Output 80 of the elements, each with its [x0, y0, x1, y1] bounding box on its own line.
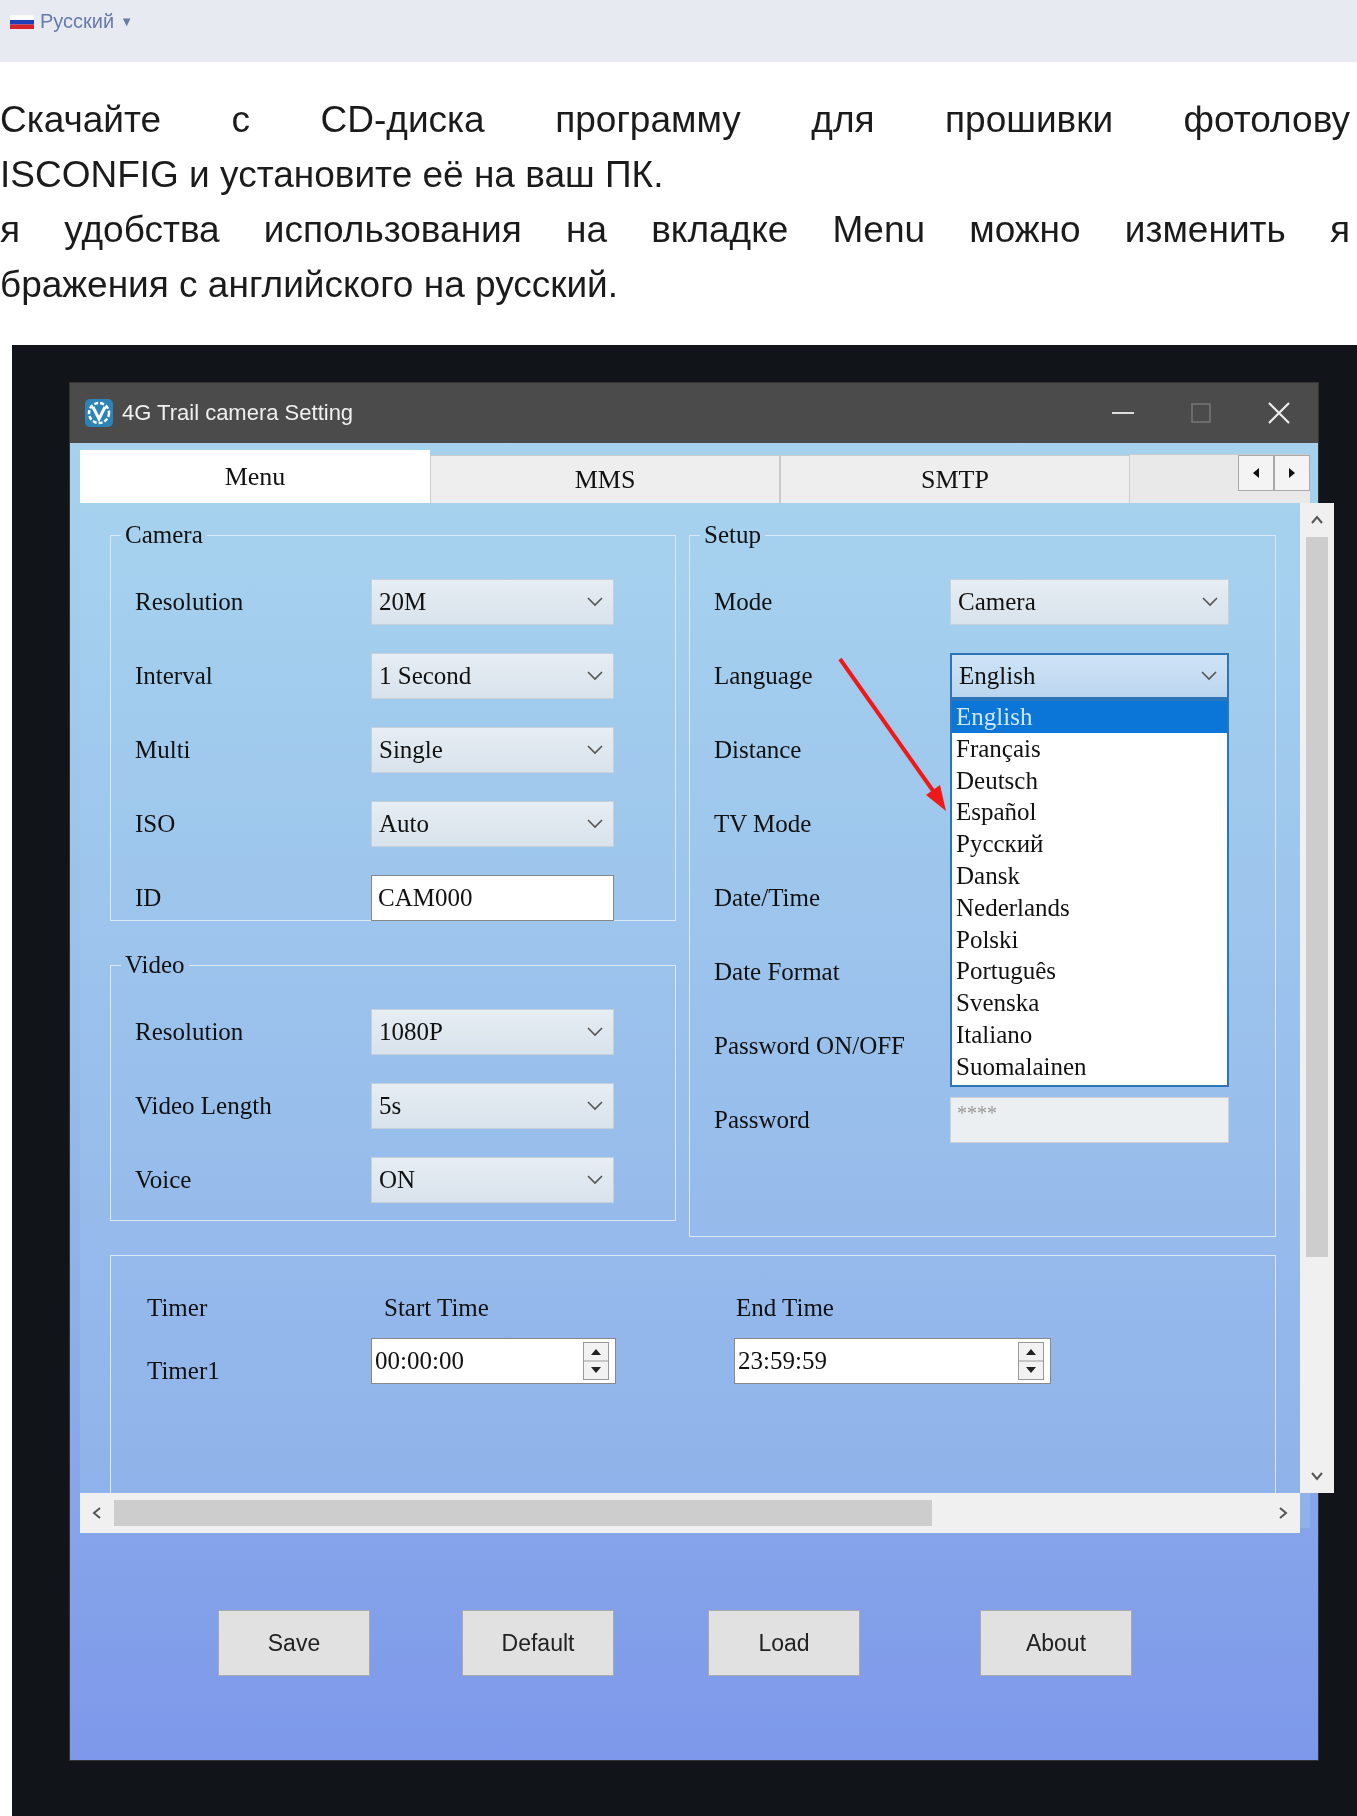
dropdown-option[interactable]: Suomalainen [952, 1050, 1227, 1083]
paragraph: я удобства использования на вкладке Menu можно изменить я бражения с английского на русский. [0, 208, 1351, 307]
dropdown-option[interactable]: Deutsch [952, 764, 1227, 797]
field-label: ID [135, 884, 163, 912]
chevron-down-icon [1202, 597, 1218, 607]
dropdown-option[interactable]: English [952, 701, 1227, 733]
text-field[interactable]: CAM000 [371, 875, 614, 921]
field-label: Password [714, 1106, 811, 1134]
field-label: TV Mode [714, 810, 813, 838]
field-label: Date/Time [714, 884, 822, 912]
time-spinner[interactable]: 23:59:59 [734, 1338, 1051, 1384]
scroll-left-icon [1252, 468, 1260, 478]
field-label: Resolution [135, 1018, 245, 1046]
chevron-down-icon [587, 745, 603, 755]
dropdown-option[interactable]: Русский [952, 828, 1227, 860]
field-label: Resolution [135, 588, 245, 616]
tab[interactable]: MMS [430, 455, 780, 503]
chevron-down-icon [587, 597, 603, 607]
group-title: Video [124, 951, 186, 979]
column-header: End Time [736, 1294, 834, 1322]
dropdown-option[interactable]: Italiano [952, 1018, 1227, 1051]
scroll-right-icon [1288, 468, 1296, 478]
field-label: Language [714, 662, 814, 690]
chevron-down-icon [587, 819, 603, 829]
dropdown-option[interactable]: Svenska [952, 987, 1227, 1019]
dropdown-option[interactable]: Español [952, 796, 1227, 829]
action-button[interactable]: Default [462, 1610, 614, 1676]
field-label: Voice [135, 1166, 193, 1194]
maximize-icon [1191, 403, 1211, 423]
column-header: Timer [147, 1294, 209, 1322]
minimize-icon [1112, 412, 1134, 414]
dropdown-option[interactable]: Polski [952, 923, 1227, 956]
field-label: Interval [135, 662, 214, 690]
window-title: 4G Trail camera Setting [122, 400, 355, 426]
column-header: Start Time [384, 1294, 490, 1322]
scroll-left-button[interactable] [1238, 455, 1274, 491]
paragraph: Скачайте с CD-диска программу для прошивки фотолову ISCONFIG и установите её на ваш ПК. [0, 98, 1351, 197]
row-label: Timer1 [147, 1356, 221, 1385]
chevron-down-icon [587, 671, 603, 681]
dropdown[interactable]: Auto [371, 801, 614, 847]
dropdown[interactable]: 20M [371, 579, 614, 625]
spinner-arrows-icon[interactable] [1018, 1342, 1044, 1380]
field-label: Distance [714, 736, 803, 764]
dropdown-option[interactable]: Nederlands [952, 891, 1227, 924]
chevron-down-icon [587, 1101, 603, 1111]
flag-icon [10, 14, 34, 29]
field-label: Mode [714, 588, 774, 616]
chevron-down-icon [1201, 671, 1217, 681]
tab[interactable]: SMTP [780, 455, 1130, 503]
field-label: Video Length [135, 1092, 273, 1120]
dropdown[interactable]: 5s [371, 1083, 614, 1129]
dropdown-option[interactable]: Dansk [952, 860, 1227, 892]
dropdown[interactable]: ON [371, 1157, 614, 1203]
horizontal-scrollbar[interactable] [80, 1493, 1300, 1533]
time-spinner[interactable]: 00:00:00 [371, 1338, 616, 1384]
action-button[interactable]: About [980, 1610, 1132, 1676]
dropdown[interactable]: Camera [950, 579, 1229, 625]
field-label: Multi [135, 736, 192, 764]
tab[interactable]: Menu [80, 450, 430, 503]
vertical-scrollbar[interactable] [1300, 503, 1334, 1493]
action-button[interactable]: Load [708, 1610, 860, 1676]
dropdown-option[interactable]: Português [952, 955, 1227, 988]
chevron-down-icon [587, 1027, 603, 1037]
action-button[interactable]: Save [218, 1610, 370, 1676]
field-label: Password ON/OFF [714, 1032, 906, 1060]
scroll-right-button[interactable] [1274, 455, 1310, 491]
dropdown[interactable]: Single [371, 727, 614, 773]
group-title: Camera [124, 521, 204, 549]
app-logo-icon [84, 398, 114, 428]
scrollbar-thumb[interactable] [114, 1500, 932, 1526]
field-label: Date Format [714, 958, 841, 986]
close-icon [1268, 402, 1290, 424]
field-label: ISO [135, 810, 177, 838]
dropdown[interactable]: 1080P [371, 1009, 614, 1055]
chevron-down-icon [587, 1175, 603, 1185]
scrollbar-thumb[interactable] [1306, 537, 1328, 1257]
group-title: Setup [703, 521, 762, 549]
spinner-arrows-icon[interactable] [583, 1342, 609, 1380]
dropdown[interactable]: 1 Second [371, 653, 614, 699]
dropdown-option[interactable]: Français [952, 732, 1227, 765]
